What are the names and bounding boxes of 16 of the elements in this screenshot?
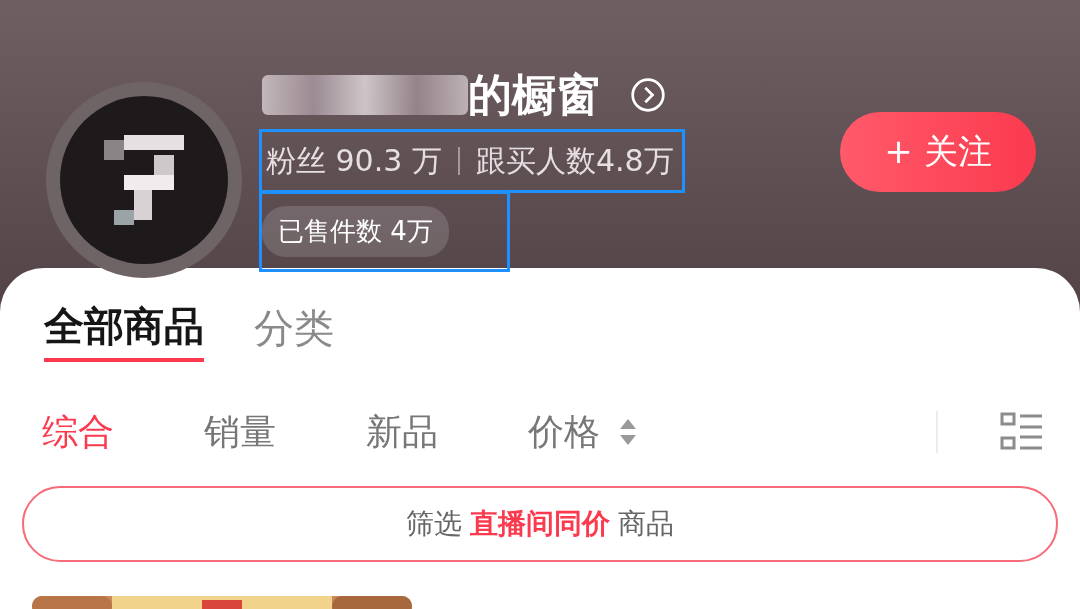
sort-option[interactable]: 新品	[366, 407, 438, 457]
shop-title: 的橱窗	[468, 67, 600, 122]
sort-option[interactable]: 综合	[42, 407, 114, 457]
avatar-icon	[44, 80, 244, 280]
sort-option[interactable]: 销量	[204, 407, 276, 457]
filter-button[interactable]: 筛选 直播间同价 商品	[22, 486, 1058, 562]
sort-option[interactable]: 价格	[528, 407, 638, 457]
chevron-circle-icon[interactable]	[630, 77, 666, 113]
sold-count: 已售件数 4万	[262, 206, 449, 257]
tab[interactable]: 分类	[254, 300, 334, 360]
sort-arrows-icon	[618, 417, 638, 447]
buyer-count: 跟买人数4.8万	[475, 141, 674, 180]
list-view-icon[interactable]	[1000, 412, 1044, 452]
tab[interactable]: 全部商品	[44, 298, 204, 362]
follow-button[interactable]: + 关注	[840, 112, 1036, 192]
follower-count: 粉丝 90.3 万	[266, 141, 442, 180]
